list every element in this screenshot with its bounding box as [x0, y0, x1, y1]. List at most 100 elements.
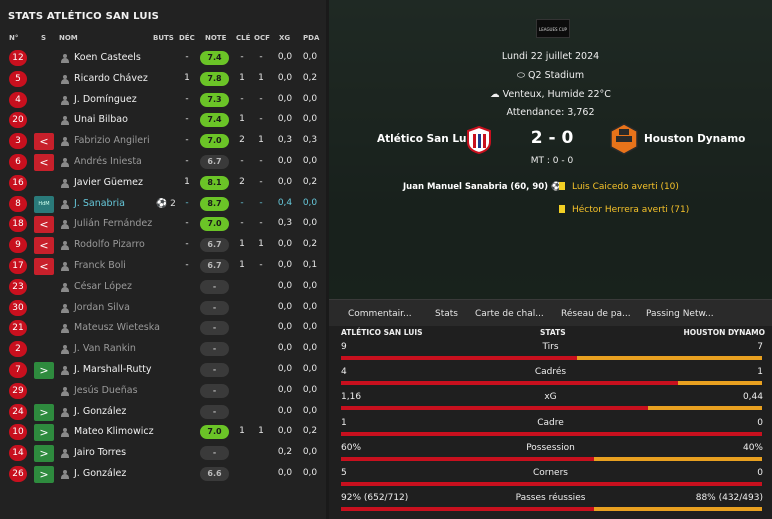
player-row[interactable]: 23 César López - 0,0 0,0: [0, 277, 326, 298]
col-xg[interactable]: XG: [279, 34, 290, 42]
xg-value: 0,0: [277, 467, 293, 478]
stat-row: 1,16 xG 0,44: [329, 392, 772, 417]
subbed-off-icon[interactable]: <: [34, 237, 54, 255]
col-s[interactable]: S: [41, 34, 46, 42]
away-value: 0: [757, 417, 763, 428]
stat-label: xG: [544, 392, 557, 403]
player-name[interactable]: Javier Güemez: [74, 177, 143, 188]
player-name[interactable]: Jesús Dueñas: [74, 385, 138, 396]
rating-badge: 8.7: [200, 196, 229, 211]
player-row[interactable]: 5 Ricardo Chávez 1 7.8 1 1 0,0 0,2: [0, 69, 326, 90]
tab-commentaire[interactable]: Commentair...: [348, 309, 412, 319]
home-bar: [341, 431, 762, 436]
key-passes: 1: [239, 426, 245, 437]
col-note[interactable]: NOTE: [205, 34, 226, 42]
tab-carte-chaleur[interactable]: Carte de chal...: [475, 309, 544, 319]
player-row[interactable]: 6 < Andrés Iniesta -6.7- -0,0 0,0: [0, 152, 326, 173]
player-name[interactable]: César López: [74, 281, 132, 292]
rating-badge: -: [200, 321, 229, 336]
table-header: N° S NOM BUTS DÉC NOTE CLÉ OCF XG PDA: [0, 34, 326, 44]
col-pda[interactable]: PDA: [303, 34, 319, 42]
stat-label: Cadre: [537, 417, 564, 428]
player-name[interactable]: Unai Bilbao: [74, 114, 128, 125]
player-name[interactable]: J. González: [74, 406, 126, 417]
player-name[interactable]: J. Marshall-Rutty: [74, 364, 152, 375]
chances-created: 1: [258, 72, 264, 83]
player-name[interactable]: Julián Fernández: [74, 218, 152, 229]
league-logo: LEAGUES CUP: [536, 19, 570, 38]
person-icon: [61, 345, 69, 355]
player-row[interactable]: 18 < Julián Fernández -7.0- -0,3 0,0: [0, 214, 326, 235]
player-row[interactable]: 26 > J. González 6.6 0,0 0,0: [0, 464, 326, 485]
player-row[interactable]: 12 Koen Casteels - 7.4 - - 0,0 0,0: [0, 48, 326, 69]
away-bar: [648, 406, 762, 411]
player-name[interactable]: J. Sanabria: [74, 198, 125, 209]
col-cle[interactable]: CLÉ: [236, 34, 250, 42]
player-name[interactable]: J. Domínguez: [74, 94, 137, 105]
player-row[interactable]: 29 Jesús Dueñas - 0,0 0,0: [0, 381, 326, 402]
subbed-off-icon[interactable]: <: [34, 133, 54, 151]
player-row[interactable]: 8 HdM J. Sanabria ⚽ 2-8.7- -0,4 0,0: [0, 194, 326, 215]
player-row[interactable]: 10 > Mateo Klimowicz 7.0 1 1 0,0 0,2: [0, 422, 326, 443]
subbed-on-icon[interactable]: >: [34, 361, 54, 379]
stats-home-label: ATLÉTICO SAN LUIS: [341, 328, 423, 337]
player-row[interactable]: 17 < Franck Boli -6.7 1-0,0 0,1: [0, 256, 326, 277]
away-team-name[interactable]: Houston Dynamo: [644, 133, 745, 145]
player-name[interactable]: Jordan Silva: [74, 302, 130, 313]
away-crest-icon[interactable]: [610, 123, 638, 155]
player-row[interactable]: 21 Mateusz Wieteska - 0,0 0,0: [0, 318, 326, 339]
player-name[interactable]: Mateusz Wieteska: [74, 322, 160, 333]
player-row[interactable]: 24 > J. González - 0,0 0,0: [0, 402, 326, 423]
player-name[interactable]: Rodolfo Pizarro: [74, 239, 145, 250]
goals: ⚽ 2: [156, 199, 176, 209]
halftime-score: MT : 0 - 0: [530, 156, 574, 166]
tab-stats[interactable]: Stats: [435, 309, 458, 319]
player-name[interactable]: Franck Boli: [74, 260, 126, 271]
subbed-off-icon[interactable]: <: [34, 257, 54, 275]
subbed-on-icon[interactable]: >: [34, 424, 54, 442]
player-row[interactable]: 9 < Rodolfo Pizarro -6.7 1 1 0,0 0,2: [0, 235, 326, 256]
rating-badge: 7.0: [200, 425, 229, 440]
home-crest-icon[interactable]: [466, 126, 492, 154]
away-bar: [576, 356, 762, 360]
xg-value: 0,4: [277, 197, 293, 208]
player-row[interactable]: 7 > J. Marshall-Rutty - 0,0 0,0: [0, 360, 326, 381]
shirt-number: 18: [9, 216, 27, 233]
player-row[interactable]: 14 > Jairo Torres - 0,2 0,0: [0, 443, 326, 464]
tab-passing-network[interactable]: Passing Netw...: [646, 309, 714, 319]
subbed-off-icon[interactable]: <: [34, 216, 54, 234]
player-name[interactable]: J. González: [74, 468, 126, 479]
key-passes: -: [240, 93, 244, 104]
player-name[interactable]: Koen Casteels: [74, 52, 141, 63]
xg-value: 0,3: [277, 218, 293, 229]
col-dec[interactable]: DÉC: [179, 34, 195, 42]
col-buts[interactable]: BUTS: [153, 34, 174, 42]
col-num[interactable]: N°: [9, 34, 18, 42]
player-name[interactable]: J. Van Rankin: [74, 343, 136, 354]
player-name[interactable]: Mateo Klimowicz: [74, 426, 154, 437]
subbed-on-icon[interactable]: >: [34, 465, 54, 483]
assists: 1: [184, 176, 190, 187]
player-row[interactable]: 20 Unai Bilbao -7.4 1-0,0 0,0: [0, 110, 326, 131]
tab-reseau-passes[interactable]: Réseau de pa...: [561, 309, 631, 319]
key-passes: 1: [239, 114, 245, 125]
player-name[interactable]: Fabrizio Angileri: [74, 135, 150, 146]
shirt-number: 20: [9, 112, 27, 129]
home-team-name[interactable]: Atlético San Luis: [377, 133, 476, 145]
pda-value: 0,0: [302, 52, 318, 62]
col-ocf[interactable]: OCF: [254, 34, 270, 42]
player-row[interactable]: 16 Javier Güemez 1 8.1 2 - 0,0 0,2: [0, 173, 326, 194]
player-row[interactable]: 30 Jordan Silva - 0,0 0,0: [0, 298, 326, 319]
player-row[interactable]: 2 J. Van Rankin - 0,0 0,0: [0, 339, 326, 360]
subbed-on-icon[interactable]: >: [34, 445, 54, 463]
xg-value: 0,0: [277, 405, 293, 416]
subbed-off-icon[interactable]: <: [34, 153, 54, 171]
player-name[interactable]: Ricardo Chávez: [74, 73, 148, 84]
panel-title: STATS ATLÉTICO SAN LUIS: [8, 11, 160, 22]
subbed-on-icon[interactable]: >: [34, 403, 54, 421]
player-name[interactable]: Jairo Torres: [74, 447, 126, 458]
player-row[interactable]: 4 J. Domínguez -7.3- -0,0 0,0: [0, 90, 326, 111]
col-nom[interactable]: NOM: [59, 34, 78, 42]
player-row[interactable]: 3 < Fabrizio Angileri -7.0 2 1 0,3 0,3: [0, 131, 326, 152]
player-name[interactable]: Andrés Iniesta: [74, 156, 142, 167]
